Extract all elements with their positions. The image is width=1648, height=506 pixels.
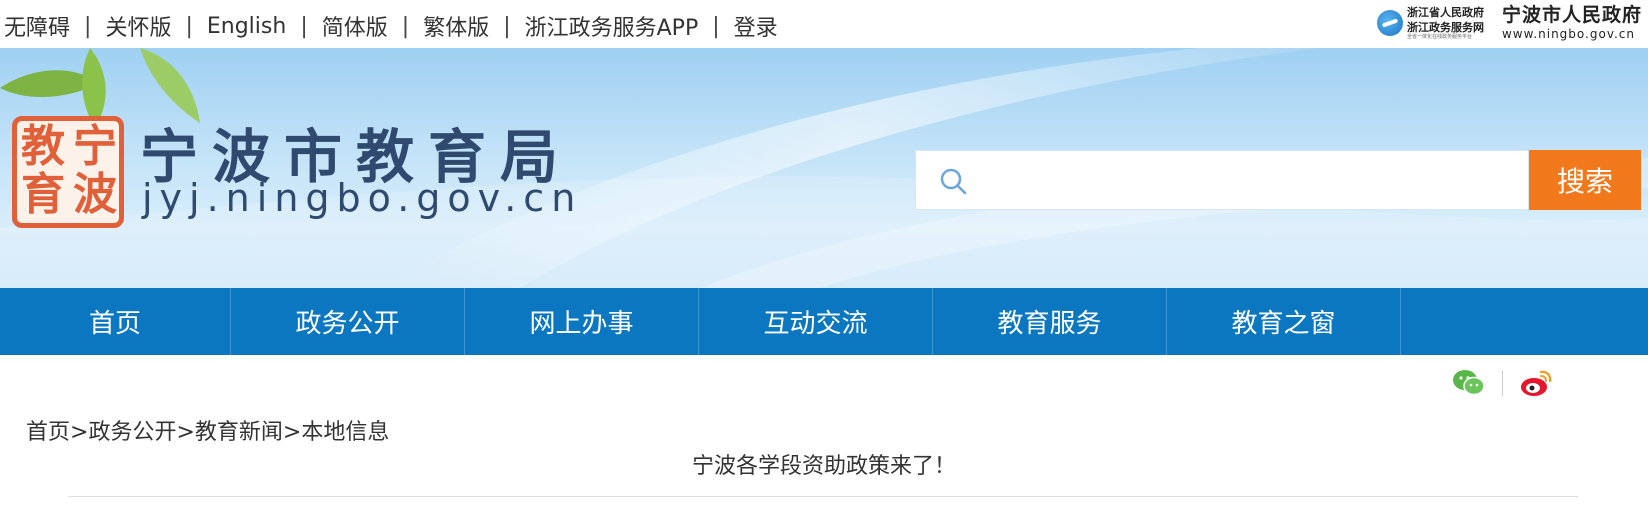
nav-item-online-services[interactable]: 网上办事: [465, 288, 699, 355]
breadcrumb: 首页>政务公开>教育新闻>本地信息: [26, 414, 389, 446]
english-link[interactable]: English: [207, 14, 286, 39]
separator: |: [185, 13, 193, 39]
breadcrumb-education-news[interactable]: 教育新闻: [195, 420, 283, 445]
separator: |: [300, 13, 308, 39]
breadcrumb-separator: >: [282, 420, 302, 445]
breadcrumb-home[interactable]: 首页: [26, 420, 70, 445]
breadcrumb-separator: >: [176, 420, 195, 445]
main-nav: 首页 政务公开 网上办事 互动交流 教育服务 教育之窗: [0, 288, 1648, 355]
breadcrumb-separator: >: [70, 420, 89, 445]
care-version-link[interactable]: 关怀版: [105, 10, 171, 42]
wechat-icon[interactable]: [1452, 368, 1486, 398]
share-bar: [1452, 368, 1553, 398]
title-divider: [68, 496, 1578, 497]
search-box: [915, 150, 1529, 210]
weibo-icon[interactable]: [1519, 368, 1553, 398]
zhejiang-app-link[interactable]: 浙江政务服务APP: [525, 10, 699, 42]
top-links: 无障碍 | 关怀版 | English | 简体版 | 繁体版 | 浙江政务服务…: [4, 10, 778, 42]
gov-logos: 浙江省人民政府 浙江政务服务网 全省一体化在线政务服务平台 宁波市人民政府 ww…: [1376, 6, 1642, 41]
nav-item-interaction[interactable]: 互动交流: [699, 288, 933, 355]
search-button[interactable]: 搜索: [1529, 150, 1641, 210]
top-bar: 无障碍 | 关怀版 | English | 简体版 | 繁体版 | 浙江政务服务…: [0, 0, 1648, 48]
login-link[interactable]: 登录: [734, 10, 778, 42]
nav-item-education-services[interactable]: 教育服务: [933, 288, 1167, 355]
search-input[interactable]: [984, 159, 1504, 203]
breadcrumb-local-info[interactable]: 本地信息: [301, 420, 389, 445]
simplified-chinese-link[interactable]: 简体版: [322, 10, 388, 42]
separator: |: [503, 13, 511, 39]
article-title: 宁波各学段资助政策来了！: [691, 454, 956, 479]
share-divider: [1502, 370, 1503, 396]
separator: |: [712, 13, 720, 39]
breadcrumb-government-affairs[interactable]: 政务公开: [88, 420, 176, 445]
ningbo-gov-logo[interactable]: 宁波市人民政府 www.ningbo.gov.cn: [1502, 6, 1642, 41]
traditional-chinese-link[interactable]: 繁体版: [423, 10, 489, 42]
nav-item-home[interactable]: 首页: [0, 288, 231, 355]
separator: |: [401, 13, 410, 39]
site-banner: 宁 波 教 育 宁波市教育局 jyj.ningbo.gov.cn 搜索: [0, 48, 1648, 288]
zhejiang-gov-logo[interactable]: 浙江省人民政府 浙江政务服务网 全省一体化在线政务服务平台: [1376, 7, 1484, 40]
nav-item-education-window[interactable]: 教育之窗: [1167, 288, 1401, 355]
separator: |: [84, 13, 92, 39]
nav-item-government-affairs[interactable]: 政务公开: [231, 288, 465, 355]
search-icon: [940, 168, 967, 195]
zhejiang-emblem-icon: [1376, 10, 1403, 36]
accessibility-link[interactable]: 无障碍: [4, 10, 70, 42]
bureau-seal-logo: 宁 波 教 育: [12, 116, 124, 228]
site-domain: jyj.ningbo.gov.cn: [142, 176, 583, 220]
